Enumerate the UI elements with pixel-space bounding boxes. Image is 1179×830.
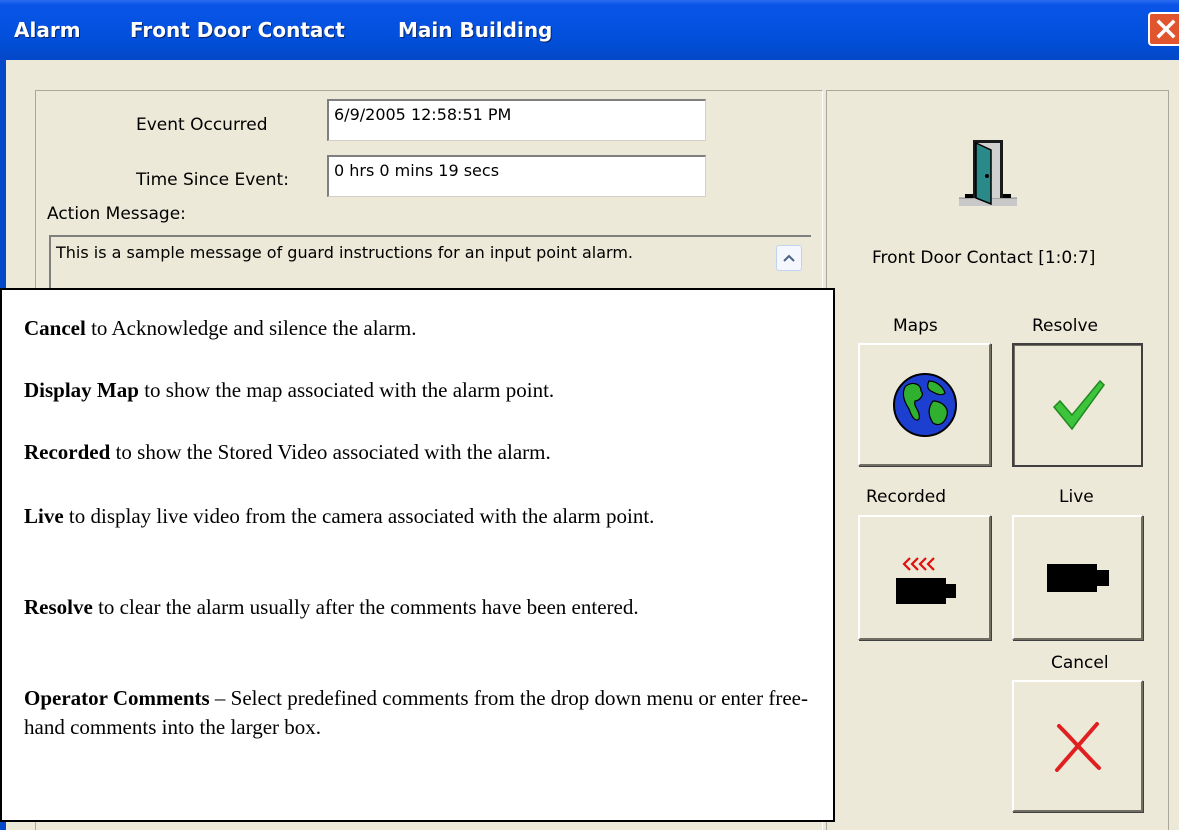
live-label: Live — [1059, 487, 1094, 507]
help-item-display-map: Display Map to show the map associated w… — [24, 378, 555, 402]
event-occurred-label: Event Occurred — [136, 115, 268, 135]
recorded-button[interactable] — [858, 515, 991, 640]
globe-icon — [892, 372, 957, 437]
help-item-cancel: Cancel to Acknowledge and silence the al… — [24, 316, 417, 340]
recorded-label: Recorded — [866, 487, 946, 507]
chevron-up-icon — [783, 254, 795, 262]
cancel-label: Cancel — [1051, 653, 1109, 673]
maps-label: Maps — [893, 316, 938, 336]
resolve-label: Resolve — [1032, 316, 1099, 336]
checkmark-icon — [1052, 379, 1105, 431]
title-alarm: Alarm — [14, 18, 81, 42]
help-item-resolve: Resolve to clear the alarm usually after… — [24, 595, 639, 619]
time-since-label: Time Since Event: — [136, 170, 289, 190]
open-door-icon — [953, 138, 1023, 210]
help-callout: Cancel to Acknowledge and silence the al… — [0, 288, 835, 822]
title-bar[interactable]: Alarm Front Door Contact Main Building — [0, 0, 1179, 60]
maps-button[interactable] — [858, 343, 991, 466]
point-name-label: Front Door Contact [1:0:7] — [872, 248, 1096, 268]
close-button[interactable] — [1148, 12, 1179, 46]
title-point-name: Front Door Contact — [130, 18, 345, 42]
video-camera-icon — [1046, 563, 1109, 592]
recorded-video-icon — [895, 556, 956, 604]
resolve-button[interactable] — [1012, 343, 1143, 467]
close-x-icon — [1156, 19, 1176, 39]
help-item-recorded: Recorded to show the Stored Video associ… — [24, 440, 551, 464]
time-since-field[interactable]: 0 hrs 0 mins 19 secs — [327, 155, 706, 197]
scroll-up-button[interactable] — [776, 245, 802, 271]
help-item-live: Live to display live video from the came… — [24, 504, 655, 528]
cancel-button[interactable] — [1012, 680, 1143, 812]
help-item-operator-comments: Operator Comments – Select predefined co… — [24, 686, 808, 739]
action-message-label: Action Message: — [47, 204, 186, 224]
cancel-x-icon — [1054, 722, 1101, 772]
event-occurred-field[interactable]: 6/9/2005 12:58:51 PM — [327, 99, 706, 141]
live-button[interactable] — [1012, 515, 1143, 640]
title-location: Main Building — [398, 18, 553, 42]
